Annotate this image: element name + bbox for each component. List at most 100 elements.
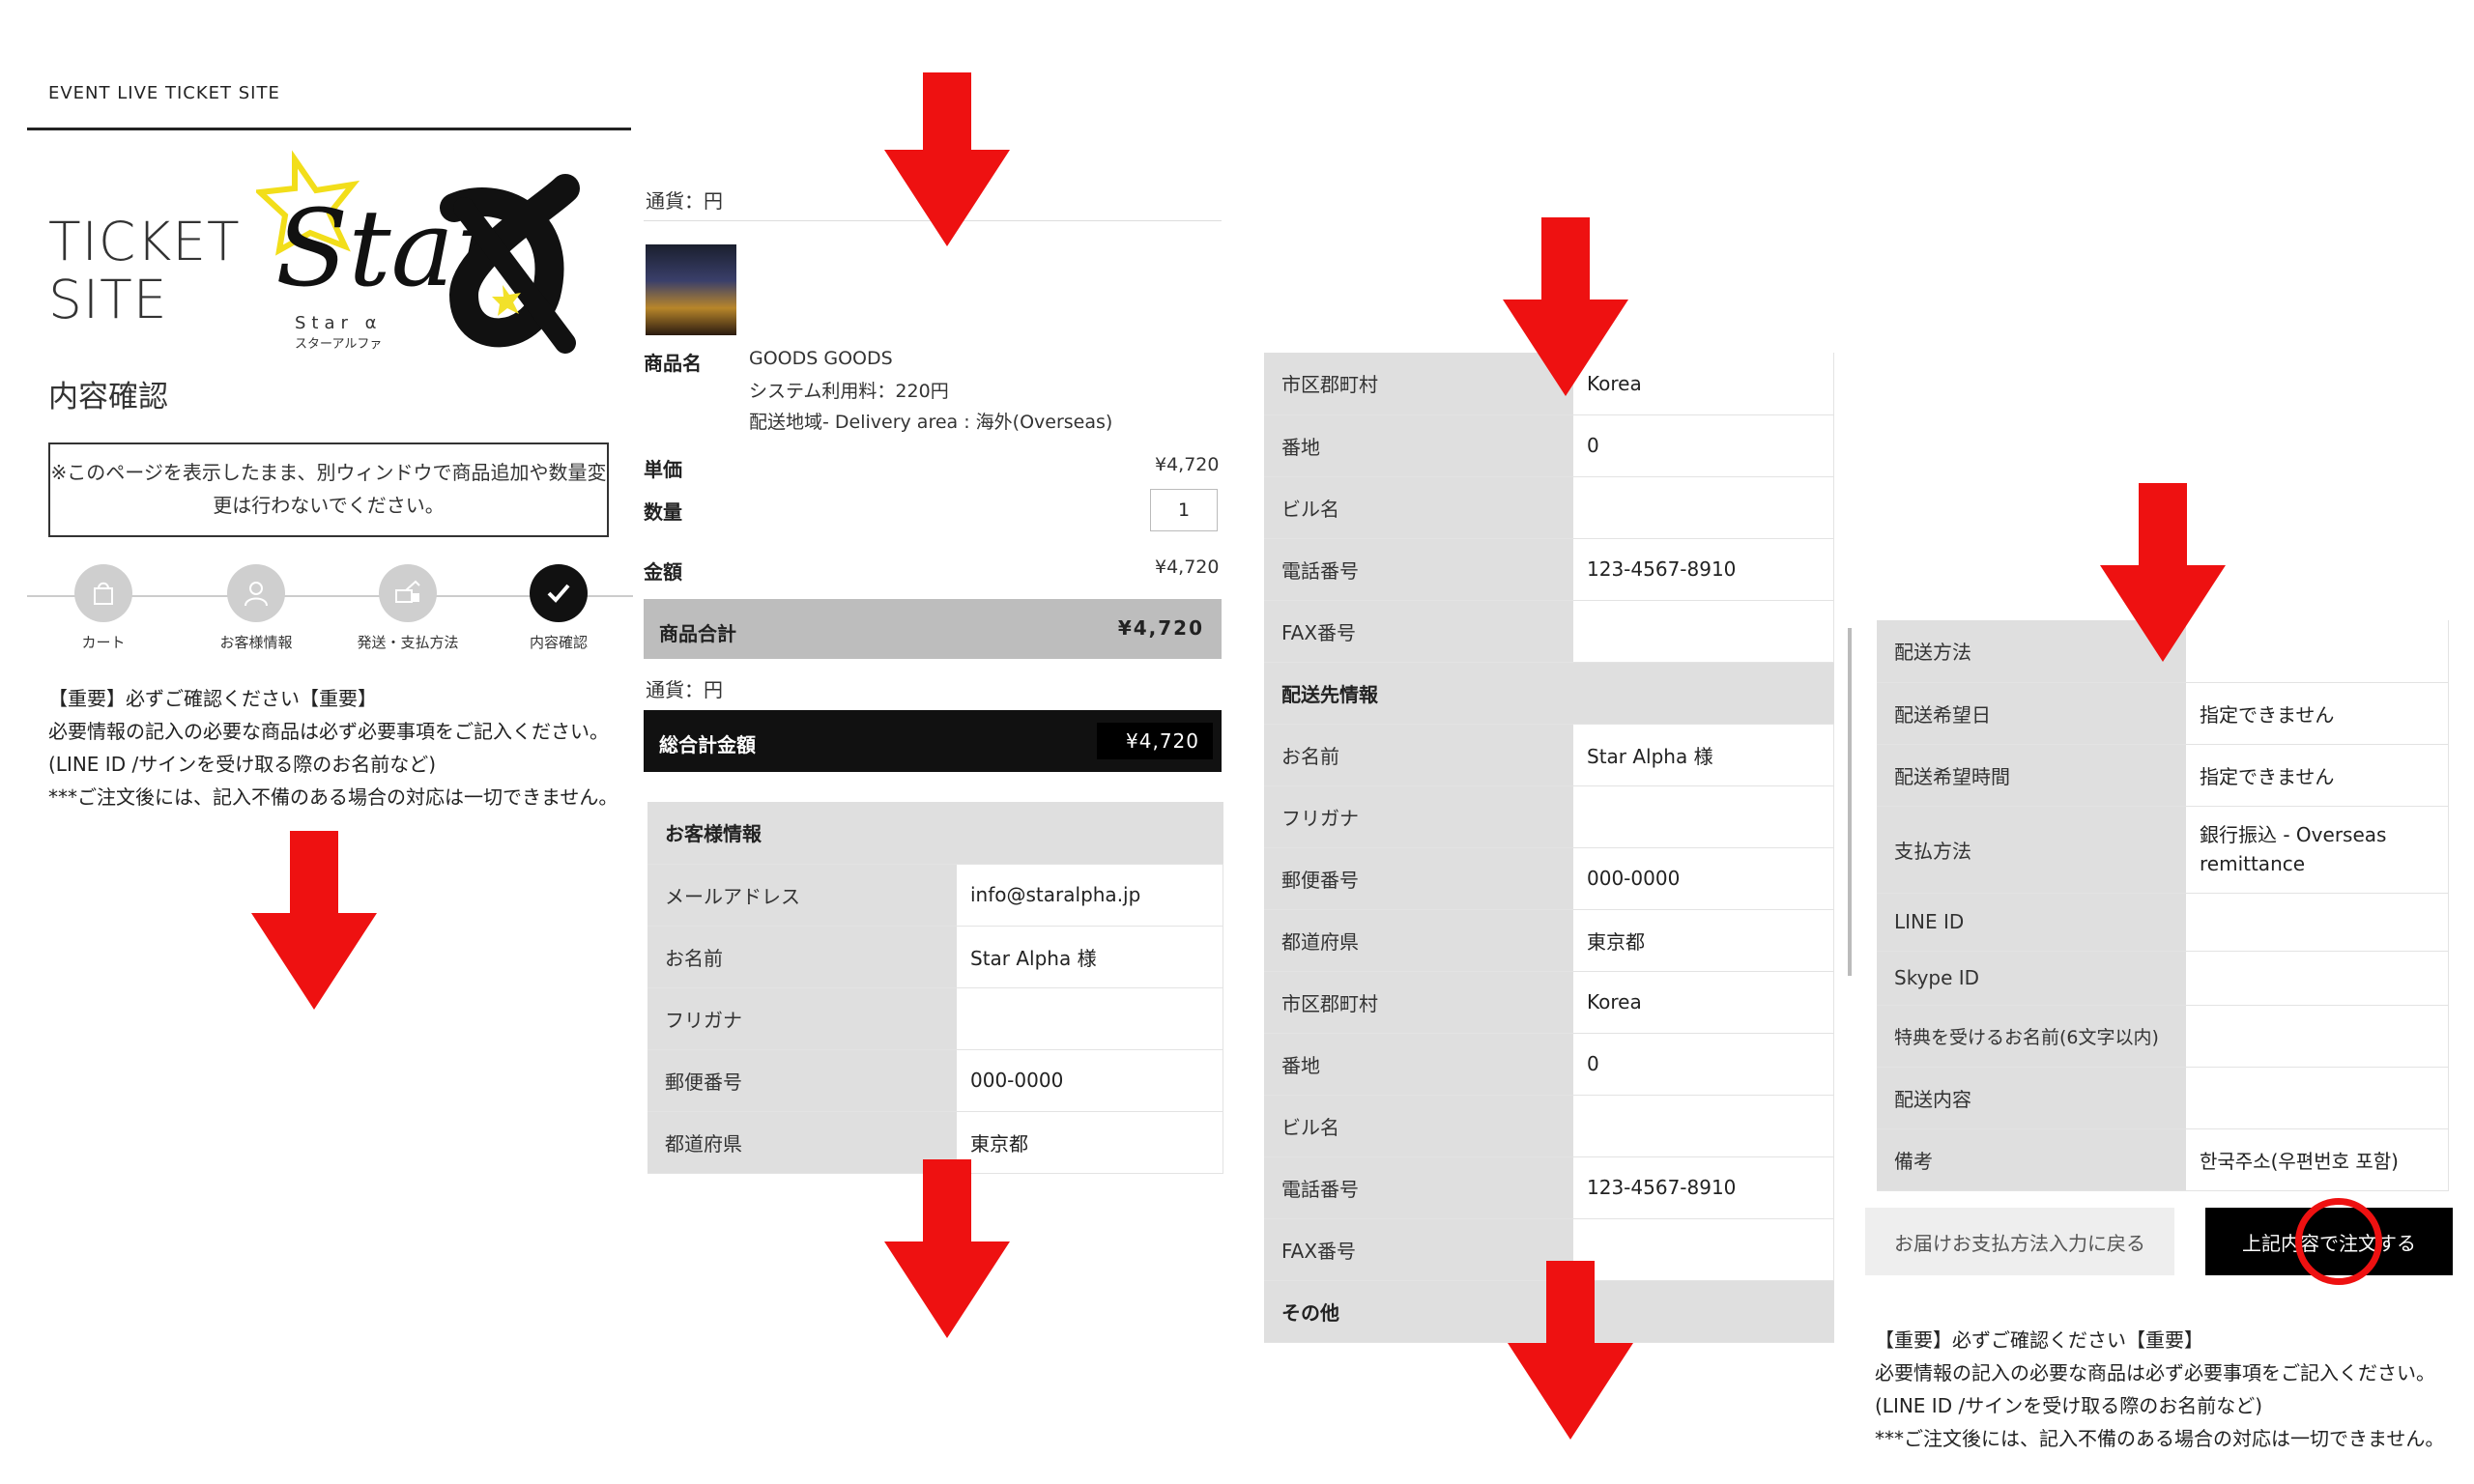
- table-key: 配送希望時間: [1877, 744, 2186, 807]
- arrow-down-icon: [884, 72, 1010, 246]
- quantity-field[interactable]: 1: [1150, 489, 1218, 531]
- customer-info-header: お客様情報: [647, 802, 1223, 865]
- grand-total-label: 総合計金額: [659, 733, 756, 756]
- amount-label: 金額: [644, 560, 682, 584]
- grand-total-box: ¥4,720: [1097, 723, 1213, 759]
- table-value: [2186, 893, 2449, 952]
- table-key: FAX番号: [1264, 600, 1573, 663]
- notice-box: ※このページを表示したまま、別ウィンドウで商品追加や数量変更は行わないでください…: [48, 442, 609, 537]
- important-notice: 【重要】必ずご確認ください【重要】 必要情報の記入の必要な商品は必ず必要事項をご…: [48, 687, 618, 809]
- table-value: [1573, 1095, 1834, 1157]
- table-key: 備考: [1877, 1128, 2186, 1191]
- table-key: 電話番号: [1264, 1156, 1573, 1219]
- table-value: [957, 987, 1223, 1050]
- delivery-area: 配送地域- Delivery area : 海外(Overseas): [749, 412, 1113, 433]
- table-key: 特典を受けるお名前(6文字以内): [1877, 1005, 2186, 1068]
- table-value: 한국주소(우편번호 포함): [2186, 1128, 2449, 1191]
- highlight-circle: [2295, 1198, 2382, 1285]
- unit-price: ¥4,720: [1155, 454, 1220, 475]
- shipping-info-header: 配送先情報: [1264, 662, 1834, 725]
- svg-text:Star α: Star α: [295, 313, 383, 333]
- delivery-icon: [379, 564, 437, 622]
- table-value: 123-4567-8910: [1573, 1156, 1834, 1219]
- arrow-down-icon: [1503, 217, 1628, 396]
- table-value: [1573, 600, 1834, 663]
- svg-text:スターアルファ: スターアルファ: [295, 337, 382, 352]
- table-value: 東京都: [1573, 909, 1834, 972]
- table-value: Korea: [1573, 971, 1834, 1034]
- subtotal-value: ¥4,720: [1117, 616, 1204, 640]
- check-icon: [530, 564, 588, 622]
- table-key: 電話番号: [1264, 538, 1573, 601]
- cart-icon: [74, 564, 132, 622]
- arrow-down-icon: [1508, 1261, 1633, 1440]
- ticket-site-text: TICKET SITE: [48, 211, 241, 330]
- table-key: 配送希望日: [1877, 682, 2186, 745]
- table-value: 000-0000: [1573, 847, 1834, 910]
- customer-info-table: お客様情報 メールアドレス info@staralpha.jp お名前 Star A…: [647, 802, 1223, 1174]
- table-key: お名前: [1264, 724, 1573, 786]
- back-to-delivery-button[interactable]: お届けお支払方法入力に戻る: [1865, 1208, 2174, 1275]
- table-value: 0: [1573, 414, 1834, 477]
- table-value: info@staralpha.jp: [957, 864, 1223, 927]
- table-key: ビル名: [1264, 1095, 1573, 1157]
- step-cart: カート: [50, 564, 157, 652]
- table-value: 銀行振込 - Overseas remittance: [2186, 806, 2449, 894]
- table-value: 指定できません: [2186, 744, 2449, 807]
- table-value: [1573, 785, 1834, 848]
- step-label: 内容確認: [529, 634, 588, 651]
- quantity-label: 数量: [644, 500, 682, 524]
- amount: ¥4,720: [1155, 556, 1220, 578]
- system-fee: システム利用料：220円: [749, 381, 949, 402]
- step-customer: お客様情報: [203, 564, 309, 652]
- table-value: 0: [1573, 1033, 1834, 1096]
- address-table: 市区郡町村 Korea 番地 0 ビル名 電話番号 123-4567-8910 FAX…: [1264, 353, 1834, 1343]
- unit-price-label: 単価: [644, 458, 682, 481]
- table-key: Skype ID: [1877, 951, 2186, 1006]
- table-key: LINE ID: [1877, 893, 2186, 952]
- product-image[interactable]: [646, 244, 736, 335]
- product-name-label: 商品名: [644, 352, 702, 375]
- step-confirm: 内容確認: [505, 564, 612, 652]
- arrow-down-icon: [251, 831, 377, 1010]
- subtotal-bar: 商品合計 ¥4,720: [644, 599, 1222, 659]
- table-value: 指定できません: [2186, 682, 2449, 745]
- table-key: ビル名: [1264, 476, 1573, 539]
- table-value: [2186, 951, 2449, 1006]
- step-label: 発送・支払方法: [357, 634, 459, 651]
- table-key: お名前: [647, 926, 957, 988]
- table-value: [1573, 476, 1834, 539]
- step-label: お客様情報: [219, 634, 293, 651]
- table-key: 郵便番号: [1264, 847, 1573, 910]
- subtotal-label: 商品合計: [659, 622, 736, 645]
- table-key: 番地: [1264, 1033, 1573, 1096]
- currency-label-2: 通貨：円: [646, 678, 723, 701]
- page-title: 内容確認: [48, 380, 168, 414]
- currency-label: 通貨：円: [646, 189, 723, 213]
- site-label: EVENT LIVE TICKET SITE: [48, 83, 280, 103]
- table-value: [2186, 1005, 2449, 1068]
- step-label: カート: [81, 634, 126, 651]
- table-key: メールアドレス: [647, 864, 957, 927]
- table-key: 配送内容: [1877, 1067, 2186, 1129]
- arrow-down-icon: [2100, 483, 2226, 662]
- table-key: 都道府県: [1264, 909, 1573, 972]
- table-value: Star Alpha 様: [957, 926, 1223, 988]
- table-key: フリガナ: [647, 987, 957, 1050]
- step-delivery: 発送・支払方法: [355, 564, 461, 652]
- table-key: フリガナ: [1264, 785, 1573, 848]
- table-key: 支払方法: [1877, 806, 2186, 894]
- table-value: 000-0000: [957, 1049, 1223, 1112]
- table-value: 123-4567-8910: [1573, 538, 1834, 601]
- header-divider: [27, 128, 631, 130]
- table-value: [2186, 1067, 2449, 1129]
- table-key: 郵便番号: [647, 1049, 957, 1112]
- brand-logo[interactable]: Star Star α スターアルファ: [256, 150, 580, 357]
- scrollbar[interactable]: [1848, 628, 1852, 976]
- delivery-payment-table: 配送方法 配送希望日 指定できません 配送希望時間 指定できません 支払方法 銀行振込…: [1877, 620, 2449, 1191]
- arrow-down-icon: [884, 1159, 1010, 1338]
- product-name: GOODS GOODS: [749, 348, 893, 369]
- table-key: 番地: [1264, 414, 1573, 477]
- grand-total-value: ¥4,720: [1126, 729, 1199, 753]
- important-notice-2: 【重要】必ずご確認ください【重要】 必要情報の記入の必要な商品は必ず必要事項をご…: [1875, 1328, 2445, 1450]
